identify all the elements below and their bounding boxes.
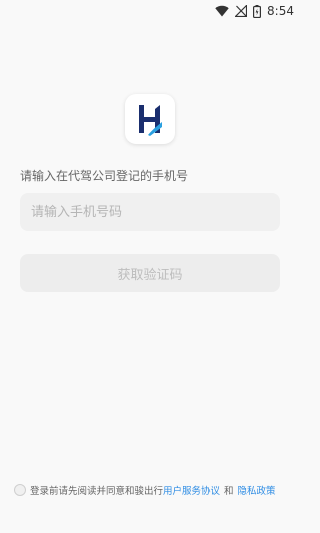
status-bar: 8:54 [0,0,300,22]
wifi-icon [215,5,229,17]
user-agreement-link[interactable]: 用户服务协议 [163,483,220,497]
no-signal-icon [235,5,248,17]
app-logo [125,94,175,144]
get-verification-code-button[interactable]: 获取验证码 [20,254,280,292]
app-logo-icon [139,105,162,136]
phone-number-input[interactable] [20,193,280,231]
phone-prompt-label: 请输入在代驾公司登记的手机号 [20,169,189,183]
status-icons: 8:54 [215,3,294,19]
battery-icon [253,4,262,18]
agreement-checkbox[interactable] [14,484,26,496]
agreement-row: 登录前请先阅读并同意和骏出行 用户服务协议 和 隐私政策 [14,483,276,497]
privacy-policy-link[interactable]: 隐私政策 [238,483,276,497]
agreement-and-text: 和 [224,486,234,497]
agreement-text: 登录前请先阅读并同意和骏出行 [30,486,164,497]
status-time: 8:54 [267,4,294,18]
